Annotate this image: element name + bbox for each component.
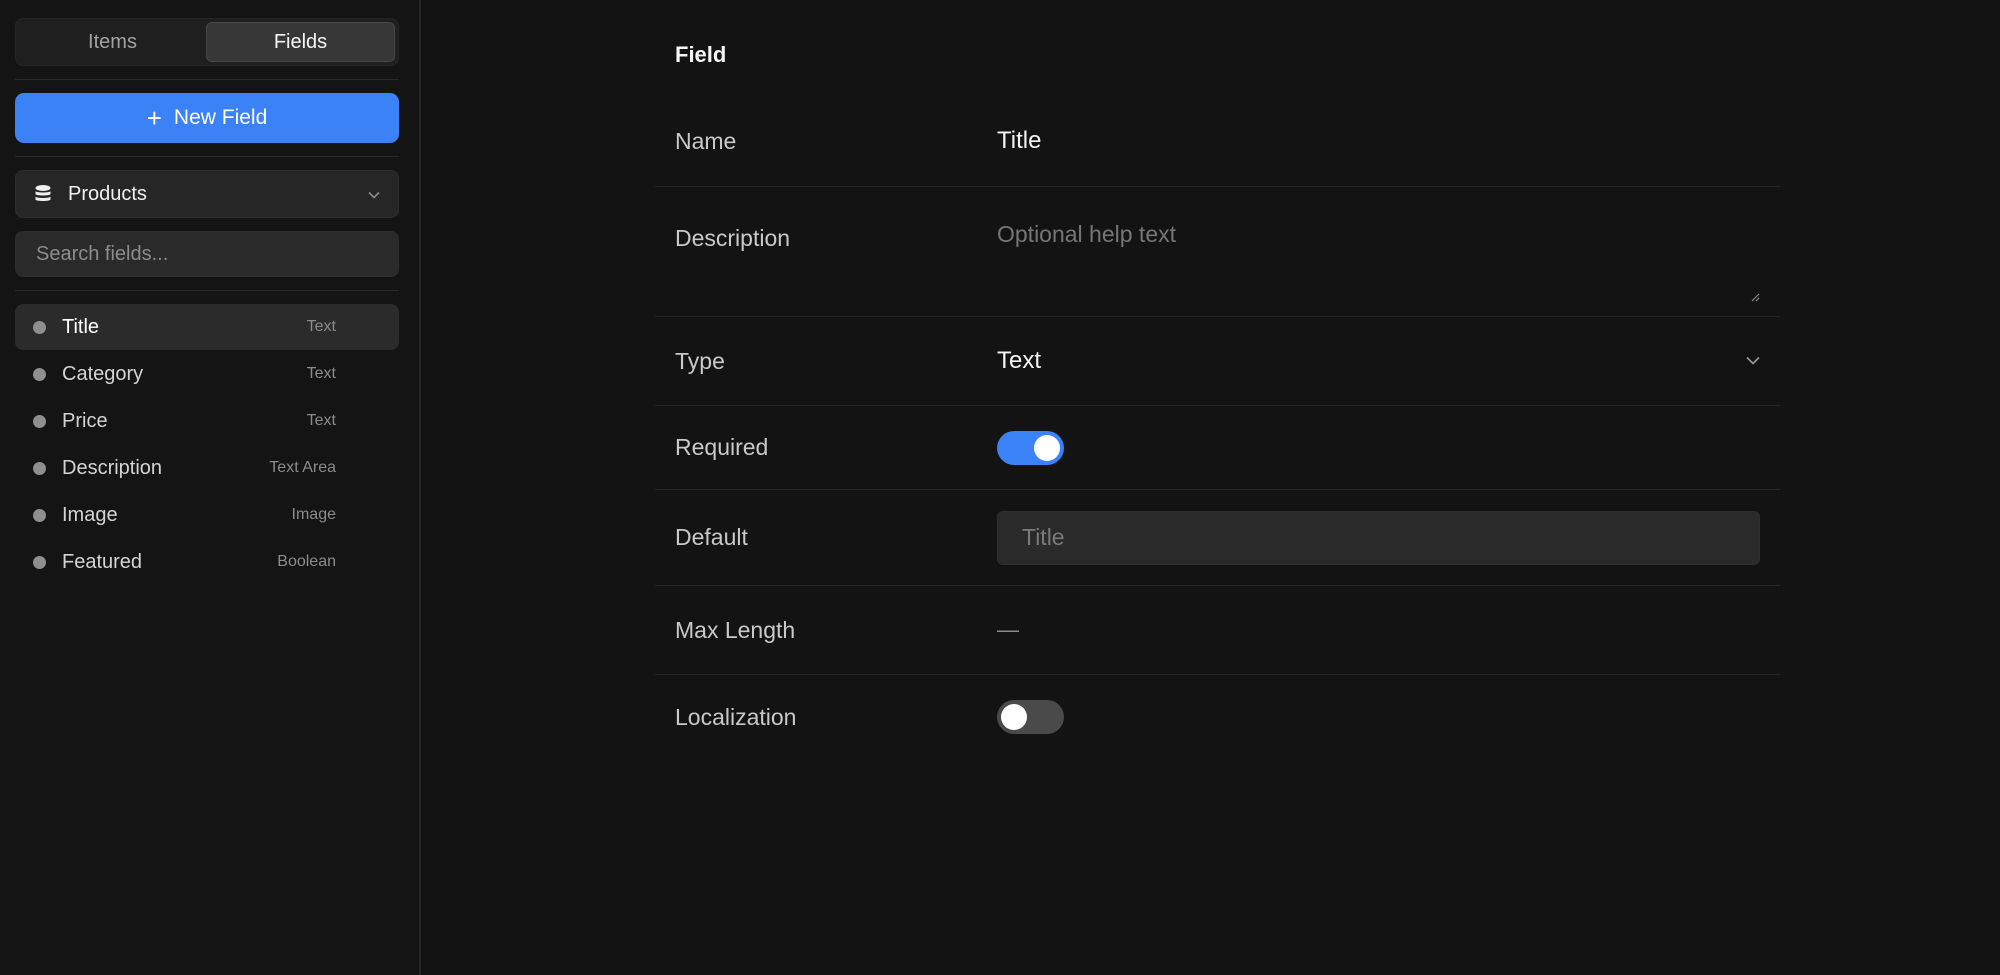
field-dot-icon: [33, 555, 46, 569]
description-field[interactable]: Optional help text: [997, 221, 1760, 302]
localization-label: Localization: [675, 703, 797, 730]
search-box: [15, 231, 399, 277]
type-select[interactable]: Text: [997, 347, 1760, 375]
description-label: Description: [675, 225, 791, 251]
default-label: Default: [675, 524, 748, 550]
tab-fields[interactable]: Fields: [206, 22, 395, 62]
field-type: Boolean: [277, 553, 336, 570]
field-name: Title: [62, 315, 100, 338]
field-name: Category: [62, 362, 144, 385]
required-value: [997, 430, 1760, 465]
name-label: Name: [675, 127, 737, 154]
localization-row: Localization: [655, 675, 1780, 759]
default-value: [997, 510, 1760, 565]
collection-select[interactable]: Products: [15, 170, 399, 218]
description-placeholder: Optional help text: [997, 221, 1177, 247]
field-name: Description: [62, 456, 163, 479]
field-dot-icon: [33, 367, 46, 381]
localization-toggle[interactable]: [997, 700, 1064, 734]
field-type: Text: [306, 318, 336, 335]
required-row: Required: [655, 406, 1780, 490]
list-item[interactable]: Title Text: [15, 304, 399, 350]
plus-icon: +: [146, 103, 162, 133]
field-type: Text: [306, 412, 336, 429]
name-row: Name Title: [655, 96, 1780, 187]
field-name: Price: [62, 409, 108, 432]
search-input[interactable]: [34, 241, 380, 267]
field-type: Text: [306, 365, 336, 382]
description-row: Description Optional help text: [655, 187, 1780, 317]
divider: [15, 156, 399, 157]
list-item[interactable]: Featured Boolean: [15, 539, 399, 585]
field-dot-icon: [33, 320, 46, 334]
type-value: Text: [997, 347, 1042, 374]
type-row: Type Text: [655, 317, 1780, 406]
localization-value: [997, 700, 1760, 734]
chevron-down-icon: [1746, 352, 1760, 370]
main-panel: Field Name Title Description Optional he…: [421, 0, 2000, 975]
list-item[interactable]: Image Image: [15, 492, 399, 538]
toggle-knob: [1001, 704, 1027, 730]
chevron-down-icon: [368, 186, 380, 202]
new-field-label: New Field: [173, 106, 268, 129]
divider: [15, 290, 399, 291]
field-type: Text Area: [269, 459, 336, 476]
field-dot-icon: [33, 508, 46, 522]
description-textarea[interactable]: Optional help text: [997, 221, 1760, 302]
view-switcher: Items Fields: [15, 18, 399, 66]
field-type: Image: [291, 506, 336, 523]
name-value[interactable]: Title: [997, 127, 1760, 155]
page-title: Field: [675, 42, 727, 67]
max-length-label: Max Length: [675, 616, 796, 643]
sidebar: Items Fields + New Field Products Search…: [0, 0, 421, 975]
field-name: Image: [62, 503, 118, 526]
resize-handle-icon[interactable]: [1750, 281, 1760, 302]
default-input[interactable]: [1020, 523, 1737, 552]
database-icon: [34, 184, 52, 204]
toggle-knob: [1034, 434, 1060, 461]
max-length-row: Max Length —: [655, 586, 1780, 675]
field-dot-icon: [33, 461, 46, 475]
list-item[interactable]: Price Text: [15, 398, 399, 444]
field-dot-icon: [33, 414, 46, 428]
default-row: Default: [655, 490, 1780, 586]
default-input-box: [997, 510, 1760, 565]
empty-value: —: [997, 617, 1019, 642]
list-item[interactable]: Category Text: [15, 351, 399, 397]
type-label: Type: [675, 347, 725, 374]
tab-items[interactable]: Items: [19, 22, 206, 62]
field-list: Title Text Category Text Price Text Desc…: [15, 304, 399, 585]
divider: [15, 79, 399, 80]
required-toggle[interactable]: [997, 430, 1064, 465]
list-item[interactable]: Description Text Area: [15, 445, 399, 491]
new-field-button[interactable]: + New Field: [15, 93, 399, 143]
app-window: Items Fields + New Field Products Search…: [0, 0, 2000, 975]
collection-name: Products: [68, 182, 147, 205]
field-editor: Field Name Title Description Optional he…: [655, 0, 1780, 759]
field-name: Featured: [62, 550, 143, 573]
max-length-value[interactable]: —: [997, 616, 1760, 644]
required-label: Required: [675, 434, 769, 460]
